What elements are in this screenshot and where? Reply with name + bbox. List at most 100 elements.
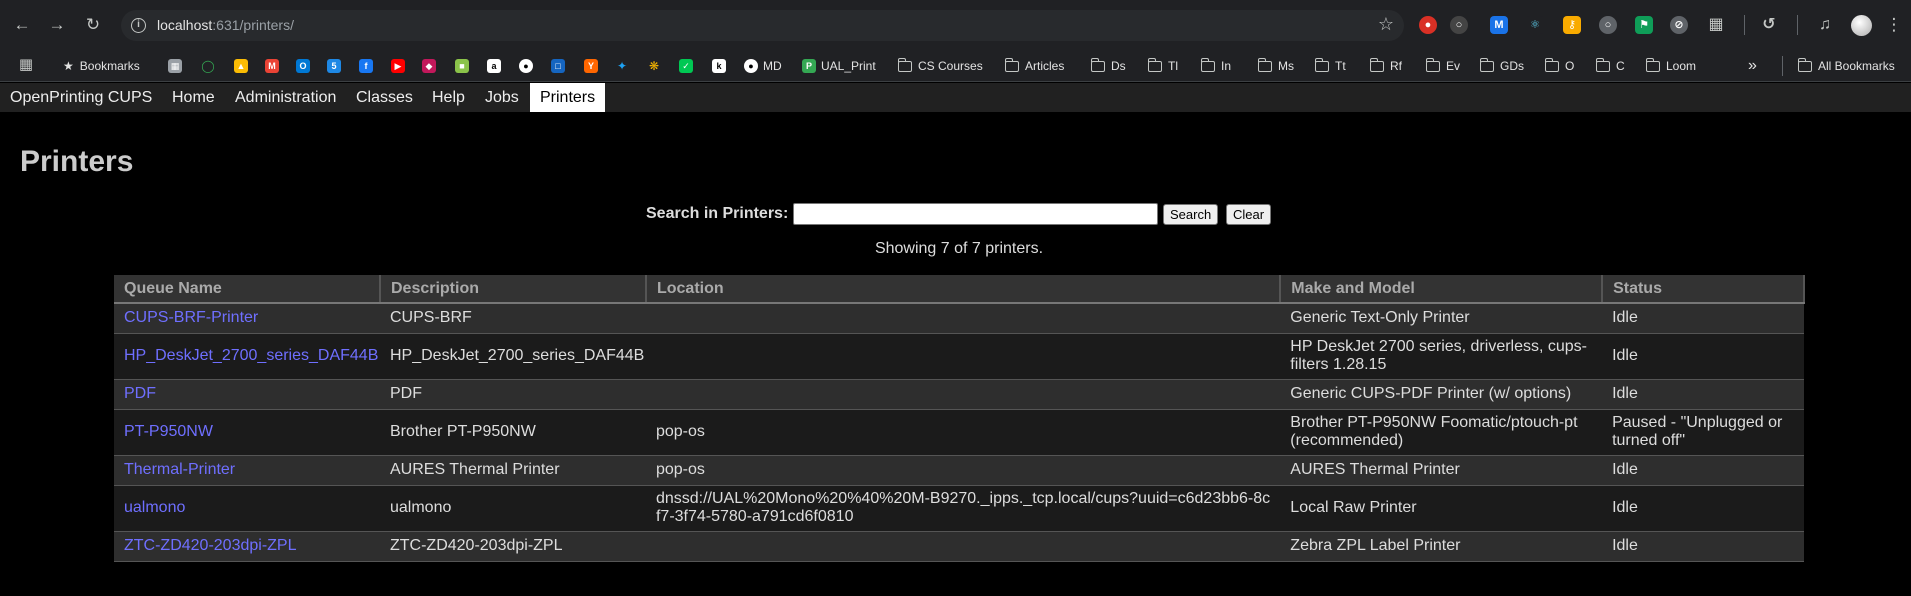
bookmark-folder-ds[interactable]: Ds (1090, 57, 1126, 75)
forward-arrow-icon[interactable]: → (45, 13, 69, 37)
bookmark-favicon-icon[interactable]: ✓ (679, 59, 693, 73)
printer-link[interactable]: ualmono (124, 499, 185, 516)
apps-grid-icon[interactable]: ▦ (14, 53, 38, 77)
youtube-icon[interactable]: ▶ (391, 59, 405, 73)
description-cell: ualmono (379, 485, 646, 532)
printer-link[interactable]: ZTC-ZD420-203dpi-ZPL (124, 537, 297, 554)
reload-icon[interactable]: ↻ (81, 13, 105, 37)
column-header-status[interactable]: Status (1601, 275, 1805, 304)
twitter-icon[interactable]: ✦ (615, 59, 629, 73)
column-header-queue-name[interactable]: Queue Name (114, 275, 380, 304)
profile-avatar[interactable] (1851, 15, 1872, 36)
bookmark-favicon-icon[interactable]: ■ (455, 59, 469, 73)
bookmark-item-ual-print[interactable]: P UAL_Print (802, 57, 876, 75)
table-row: ZTC-ZD420-203dpi-ZPL ZTC-ZD420-203dpi-ZP… (114, 531, 1804, 562)
m-extension-icon[interactable]: M (1490, 16, 1508, 34)
address-url[interactable]: localhost:631/printers/ (157, 17, 294, 33)
bookmark-folder-rf[interactable]: Rf (1369, 57, 1402, 75)
description-cell: HP_DeskJet_2700_series_DAF44B (379, 333, 646, 380)
bookmark-favicon-icon[interactable]: ▦ (168, 59, 182, 73)
bookmark-folder-c[interactable]: C (1595, 57, 1625, 75)
menu-item-help[interactable]: Help (422, 83, 475, 112)
bookmark-item-md[interactable]: ● MD (744, 57, 782, 75)
menu-brand[interactable]: OpenPrinting CUPS (0, 83, 162, 112)
bookmark-folder-loom[interactable]: Loom (1645, 57, 1696, 75)
bookmark-folder-tl[interactable]: Tl (1147, 57, 1178, 75)
site-info-icon[interactable]: i (131, 18, 146, 33)
bookmark-favicon-icon[interactable]: k (712, 59, 726, 73)
menu-item-home[interactable]: Home (162, 83, 225, 112)
folder-icon (1595, 57, 1610, 72)
queue-cell: CUPS-BRF-Printer (114, 303, 380, 334)
media-controls-icon[interactable]: ♫ (1816, 16, 1834, 34)
bookmark-label: All Bookmarks (1818, 59, 1895, 73)
printer-link[interactable]: HP_DeskJet_2700_series_DAF44B (124, 347, 378, 364)
bookmark-folder-ms[interactable]: Ms (1257, 57, 1294, 75)
key-extension-icon[interactable]: ⚷ (1563, 16, 1581, 34)
search-label: Search in Printers: (646, 205, 789, 222)
pinwheel-icon[interactable]: ❋ (647, 59, 661, 73)
menu-item-printers[interactable]: Printers (530, 83, 605, 112)
search-input[interactable] (793, 203, 1158, 225)
amazon-icon[interactable]: a (487, 59, 501, 73)
gmail-icon[interactable]: M (265, 59, 279, 73)
hacker-news-icon[interactable]: Y (584, 59, 598, 73)
printer-link[interactable]: PT-P950NW (124, 423, 213, 440)
globe-extension-icon[interactable]: ○ (1599, 16, 1617, 34)
calendar-icon[interactable]: 5 (327, 59, 341, 73)
github-icon[interactable]: ● (519, 59, 533, 73)
bookmark-star-icon[interactable]: ☆ (1378, 14, 1394, 35)
bookmark-favicon-icon[interactable]: ◯ (201, 59, 215, 73)
kebab-menu-icon[interactable]: ⋮ (1882, 13, 1906, 37)
table-row: PT-P950NW Brother PT-P950NW pop-os Broth… (114, 409, 1804, 456)
bookmark-label: O (1565, 59, 1575, 73)
address-bar[interactable]: i localhost:631/printers/ ☆ (121, 10, 1404, 41)
bookmark-label: Ev (1446, 59, 1461, 73)
printer-link[interactable]: Thermal-Printer (124, 461, 235, 478)
description-cell: Brother PT-P950NW (379, 409, 646, 456)
location-cell (645, 303, 1281, 334)
bookmark-favicon-icon[interactable]: □ (551, 59, 565, 73)
column-header-location[interactable]: Location (644, 275, 1281, 304)
menu-item-administration[interactable]: Administration (225, 83, 346, 112)
status-cell: Idle (1602, 333, 1804, 380)
url-path: :631/printers/ (212, 17, 294, 33)
bookmark-folder-all[interactable]: All Bookmarks (1797, 57, 1895, 75)
extensions-puzzle-icon[interactable]: ▦ (1707, 16, 1725, 34)
printer-link[interactable]: PDF (124, 385, 156, 402)
react-devtools-icon[interactable]: ⚛ (1526, 16, 1544, 34)
bulb-extension-icon[interactable]: ○ (1450, 16, 1468, 34)
bookmark-folder-o[interactable]: O (1544, 57, 1575, 75)
bookmark-item-bookmarks[interactable]: ★ Bookmarks (63, 57, 140, 75)
back-arrow-icon[interactable]: ← (10, 13, 34, 37)
menu-item-classes[interactable]: Classes (346, 83, 423, 112)
queue-cell: Thermal-Printer (114, 455, 380, 486)
column-header-description[interactable]: Description (378, 275, 646, 304)
folder-icon (1004, 57, 1019, 72)
flag-extension-icon[interactable]: ⚑ (1635, 16, 1653, 34)
outlook-icon[interactable]: O (296, 59, 310, 73)
printer-link[interactable]: CUPS-BRF-Printer (124, 309, 258, 326)
ublock-extension-icon[interactable]: ● (1419, 16, 1437, 34)
folder-icon (1425, 57, 1440, 72)
column-header-make-and-model[interactable]: Make and Model (1279, 275, 1603, 304)
clear-button[interactable]: Clear (1226, 204, 1272, 225)
status-cell: Idle (1602, 455, 1804, 486)
facebook-icon[interactable]: f (359, 59, 373, 73)
bookmark-favicon-icon[interactable]: ◆ (422, 59, 436, 73)
menu-item-jobs[interactable]: Jobs (475, 83, 529, 112)
bookmark-folder-gds[interactable]: GDs (1479, 57, 1524, 75)
google-drive-icon[interactable]: ▲ (234, 59, 248, 73)
print-icon: P (802, 59, 816, 73)
search-button[interactable]: Search (1163, 204, 1219, 225)
history-icon[interactable]: ↺ (1760, 16, 1778, 34)
more-bookmarks-chevron-icon[interactable]: » (1748, 57, 1757, 75)
bookmark-folder-cs-courses[interactable]: CS Courses (897, 57, 983, 75)
folder-icon (897, 57, 912, 72)
bookmark-folder-tt[interactable]: Tt (1314, 57, 1346, 75)
bookmark-folder-in[interactable]: In (1200, 57, 1231, 75)
bookmark-folder-articles[interactable]: Articles (1004, 57, 1064, 75)
table-row: Thermal-Printer AURES Thermal Printer po… (114, 455, 1804, 486)
bookmark-folder-ev[interactable]: Ev (1425, 57, 1461, 75)
blocked-extension-icon[interactable]: ⊘ (1670, 16, 1688, 34)
